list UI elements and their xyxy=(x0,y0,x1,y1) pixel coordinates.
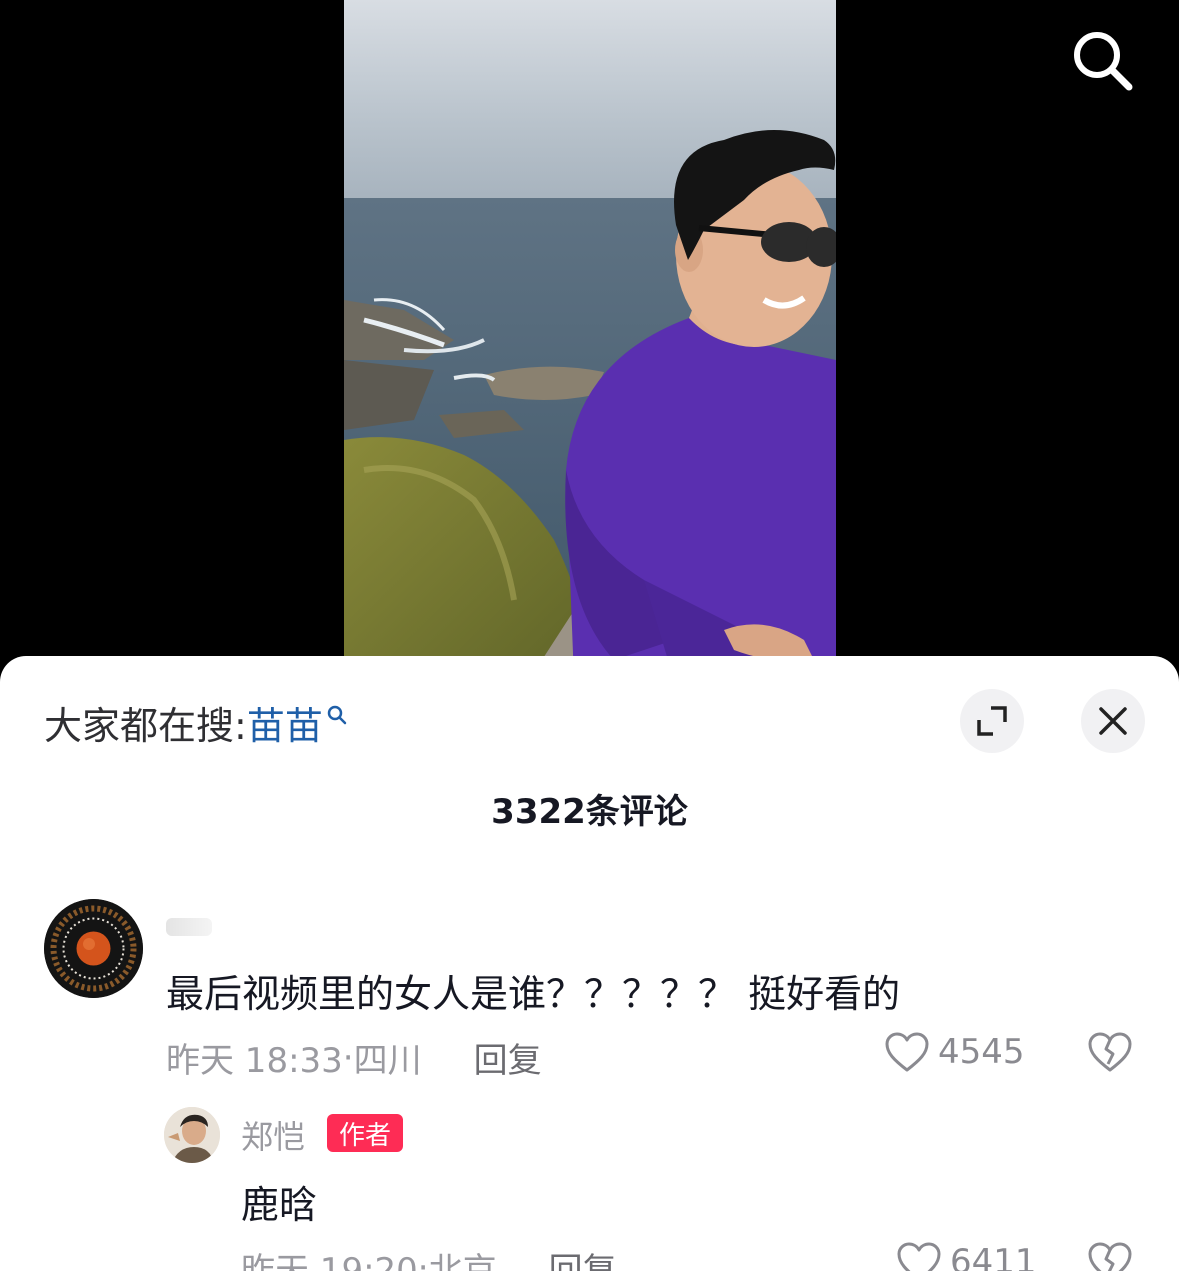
reply-text: 鹿晗 xyxy=(241,1183,318,1227)
comment-time: 昨天 18:33 xyxy=(166,1041,343,1081)
video-frame[interactable] xyxy=(344,0,836,680)
video-scene-image xyxy=(344,0,836,680)
video-player[interactable] xyxy=(0,0,1179,680)
close-button[interactable] xyxy=(1081,689,1145,753)
mini-search-icon[interactable] xyxy=(325,692,349,736)
reply-meta: 昨天 19:20 · 北京 回复 xyxy=(241,1243,617,1271)
broken-heart-icon xyxy=(1088,1242,1132,1271)
close-icon xyxy=(1099,707,1127,735)
search-button[interactable] xyxy=(1066,24,1138,96)
like-button[interactable]: 4545 xyxy=(884,1031,1025,1073)
reply-time: 昨天 19:20 xyxy=(241,1251,418,1271)
author-badge: 作者 xyxy=(327,1114,404,1152)
commenter-username-hidden[interactable] xyxy=(166,918,212,936)
reply-like-button[interactable]: 6411 xyxy=(896,1241,1037,1271)
meta-separator: · xyxy=(417,1247,429,1271)
comment-meta: 昨天 18:33 · 四川 回复 xyxy=(166,1033,542,1082)
reply-like-count: 6411 xyxy=(950,1242,1037,1271)
reply-location: 北京 xyxy=(428,1251,497,1271)
hot-search-term-link[interactable]: 苗苗 xyxy=(247,695,323,750)
reply-button[interactable]: 回复 xyxy=(474,1033,542,1082)
heart-icon xyxy=(897,1242,941,1271)
comment-location: 四川 xyxy=(353,1041,422,1081)
heart-icon xyxy=(885,1032,929,1072)
reply-dislike-button[interactable] xyxy=(1087,1241,1133,1271)
like-count: 4545 xyxy=(938,1032,1025,1072)
comment-panel: 大家都在搜: 苗苗 3322条评论 最后视频里的女人是谁？？？？？ 挺好看的 昨… xyxy=(0,656,1179,1271)
broken-heart-icon xyxy=(1088,1032,1132,1072)
dislike-button[interactable] xyxy=(1087,1031,1133,1077)
expand-button[interactable] xyxy=(960,689,1024,753)
expand-icon xyxy=(977,706,1007,736)
meta-separator: · xyxy=(342,1037,354,1078)
commenter-avatar[interactable] xyxy=(44,899,143,998)
author-avatar[interactable] xyxy=(164,1107,220,1163)
author-username[interactable]: 郑恺 xyxy=(241,1112,305,1158)
comment-count-title: 3322条评论 xyxy=(491,792,688,832)
hot-search-bar: 大家都在搜: 苗苗 xyxy=(44,696,349,748)
comment-text: 最后视频里的女人是谁？？？？？ 挺好看的 xyxy=(166,972,901,1016)
hot-search-prefix: 大家都在搜: xyxy=(44,703,247,748)
reply-to-reply-button[interactable]: 回复 xyxy=(549,1243,617,1271)
search-icon xyxy=(1074,32,1133,91)
